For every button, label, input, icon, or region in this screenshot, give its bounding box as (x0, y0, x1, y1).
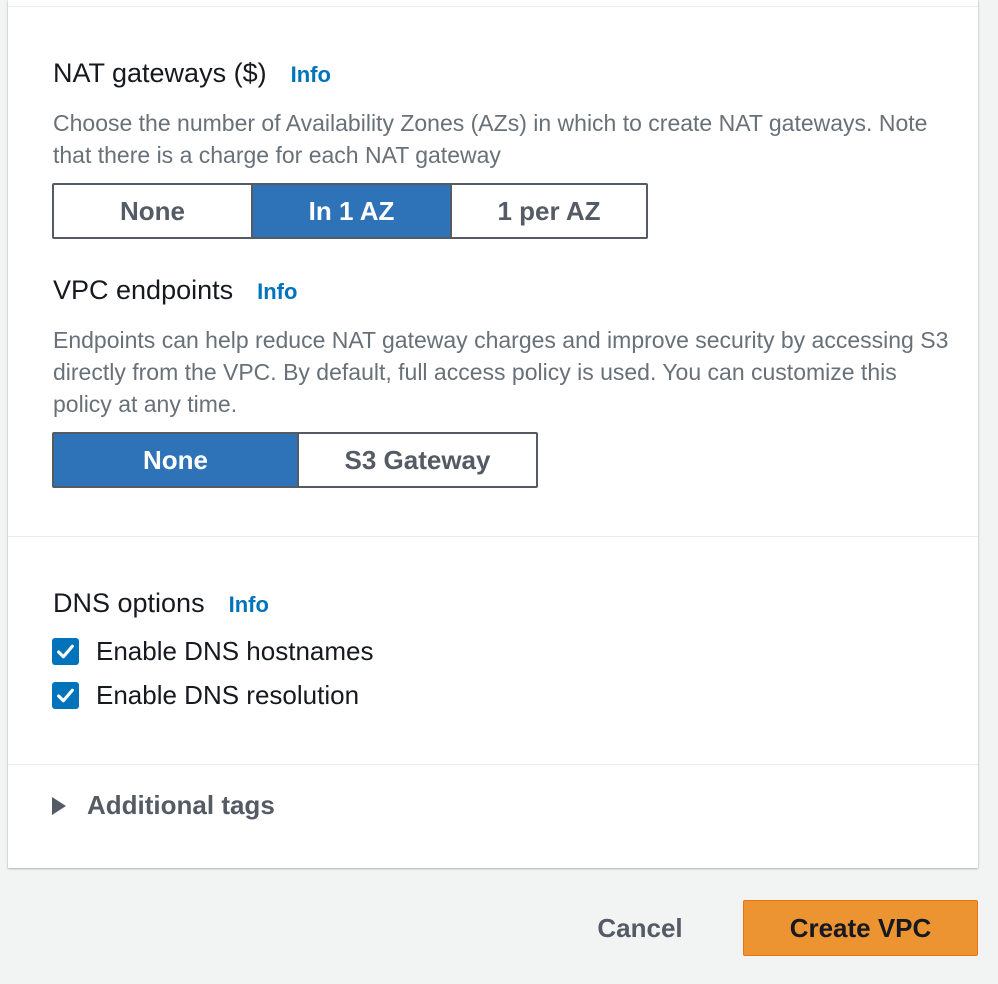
endpoint-option-none[interactable]: None (54, 434, 297, 486)
nat-gateways-header: NAT gateways ($) Info (53, 58, 331, 89)
vpc-endpoints-description: Endpoints can help reduce NAT gateway ch… (53, 327, 949, 417)
nat-gateways-info-link[interactable]: Info (291, 62, 331, 88)
endpoint-option-s3-gateway[interactable]: S3 Gateway (297, 434, 536, 486)
check-icon (57, 688, 74, 703)
vpc-endpoints-header: VPC endpoints Info (53, 275, 297, 306)
nat-gateways-label: NAT gateways ($) (53, 58, 267, 88)
nat-option-1-per-az[interactable]: 1 per AZ (450, 185, 646, 237)
nat-gateways-segmented-control: None In 1 AZ 1 per AZ (52, 183, 648, 239)
panel-top-divider (8, 6, 978, 7)
check-icon (57, 644, 74, 659)
additional-tags-label: Additional tags (87, 790, 275, 820)
dns-resolution-label[interactable]: Enable DNS resolution (96, 680, 359, 711)
cancel-button[interactable]: Cancel (580, 900, 700, 956)
vpc-endpoints-segmented-control: None S3 Gateway (52, 432, 538, 488)
additional-tags-expander[interactable]: Additional tags (52, 790, 275, 821)
dns-hostnames-option: Enable DNS hostnames (52, 636, 373, 667)
dns-options-label: DNS options (53, 588, 205, 618)
dns-options-header: DNS options Info (53, 588, 269, 619)
nat-option-none[interactable]: None (54, 185, 251, 237)
nat-gateways-description: Choose the number of Availability Zones … (53, 110, 928, 168)
vpc-settings-panel: NAT gateways ($) Info Choose the number … (8, 0, 978, 868)
dns-hostnames-label[interactable]: Enable DNS hostnames (96, 636, 373, 667)
vpc-endpoints-label: VPC endpoints (53, 275, 234, 305)
create-vpc-button[interactable]: Create VPC (743, 900, 978, 956)
vpc-endpoints-info-link[interactable]: Info (257, 279, 297, 305)
dns-resolution-checkbox[interactable] (52, 682, 79, 709)
section-divider (8, 536, 978, 537)
dns-options-info-link[interactable]: Info (229, 592, 269, 618)
caret-right-icon (52, 796, 66, 815)
dns-hostnames-checkbox[interactable] (52, 638, 79, 665)
section-divider (8, 764, 978, 765)
dns-resolution-option: Enable DNS resolution (52, 680, 359, 711)
nat-option-in-1-az[interactable]: In 1 AZ (251, 185, 450, 237)
